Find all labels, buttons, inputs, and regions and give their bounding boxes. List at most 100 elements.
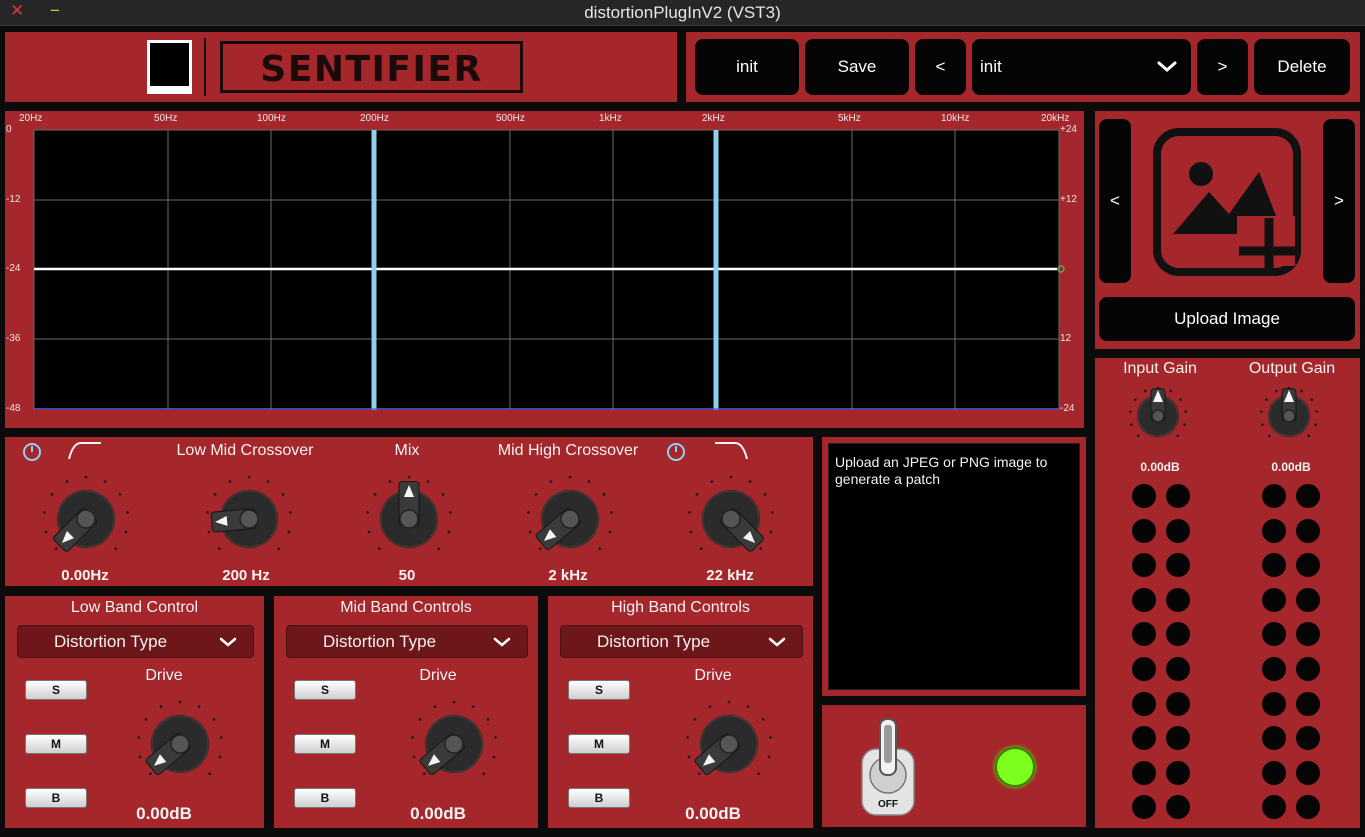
low-cut-knob[interactable] bbox=[38, 471, 134, 567]
solo-button[interactable]: S bbox=[568, 680, 630, 700]
image-prev-button[interactable]: < bbox=[1099, 119, 1131, 283]
knob-graphic bbox=[1260, 386, 1318, 438]
db-axis-label-left: -24 bbox=[6, 263, 21, 274]
solo-button[interactable]: S bbox=[294, 680, 356, 700]
meter-led bbox=[1166, 691, 1190, 716]
meter-led bbox=[1166, 795, 1190, 820]
mix-knob[interactable] bbox=[361, 471, 457, 567]
init-button[interactable]: init bbox=[695, 39, 799, 95]
drive-value: 0.00dB bbox=[136, 804, 192, 823]
upload-image-button[interactable]: Upload Image bbox=[1099, 297, 1355, 341]
frequency-response-graph[interactable] bbox=[5, 111, 1084, 428]
bypass-toggle-switch[interactable]: OFF bbox=[856, 713, 920, 819]
meter-led bbox=[1132, 795, 1156, 820]
meter-led bbox=[1296, 484, 1320, 508]
knob-graphic bbox=[686, 700, 772, 775]
preset-next-button[interactable]: > bbox=[1197, 39, 1248, 95]
band-panel: High Band Controls Distortion Type Drive… bbox=[548, 596, 813, 828]
low-mid-crossover-label: Low Mid Crossover bbox=[176, 442, 314, 459]
db-axis-label-right: -24 bbox=[1060, 403, 1075, 414]
low-cut-power-icon[interactable] bbox=[22, 442, 42, 462]
mute-button[interactable]: M bbox=[294, 734, 356, 754]
preset-select-value: init bbox=[980, 57, 1002, 76]
meter-led bbox=[1262, 622, 1286, 647]
mute-button[interactable]: M bbox=[568, 734, 630, 754]
meter-led bbox=[1262, 657, 1286, 681]
input-gain-knob[interactable] bbox=[1126, 384, 1190, 448]
meter-led bbox=[1166, 553, 1190, 578]
image-add-icon bbox=[1153, 128, 1301, 276]
preset-select[interactable]: init bbox=[972, 39, 1191, 95]
bypass-button[interactable]: B bbox=[25, 788, 87, 808]
band-title: Low Band Control bbox=[70, 599, 199, 616]
mid-high-crossover-knob[interactable] bbox=[522, 471, 618, 567]
db-axis-label-right: +12 bbox=[1060, 194, 1077, 205]
delete-button[interactable]: Delete bbox=[1254, 39, 1350, 95]
meter-led bbox=[1132, 657, 1156, 681]
input-gain-label: Input Gain bbox=[1123, 360, 1197, 377]
meter-led bbox=[1262, 553, 1286, 578]
meter-led bbox=[1296, 657, 1320, 681]
logo-divider bbox=[204, 38, 206, 96]
bypass-button[interactable]: B bbox=[568, 788, 630, 808]
freq-axis-label: 2kHz bbox=[702, 113, 725, 124]
meter-led bbox=[1132, 518, 1156, 543]
knob-graphic bbox=[527, 475, 613, 550]
band-title: High Band Controls bbox=[611, 599, 750, 616]
knob-graphic bbox=[137, 700, 223, 775]
distortion-type-value: Distortion Type bbox=[54, 631, 168, 651]
image-preview[interactable] bbox=[1151, 126, 1303, 278]
meter-led bbox=[1296, 622, 1320, 647]
output-gain-label: Output Gain bbox=[1248, 360, 1336, 377]
mix-value: 50 bbox=[398, 567, 416, 584]
drive-knob[interactable] bbox=[406, 696, 502, 792]
freq-axis-label: 20Hz bbox=[19, 113, 43, 124]
meter-led bbox=[1132, 691, 1156, 716]
window-title: distortionPlugInV2 (VST3) bbox=[584, 3, 781, 22]
knob-graphic bbox=[43, 475, 129, 552]
solo-button[interactable]: S bbox=[25, 680, 87, 700]
distortion-type-select[interactable]: Distortion Type bbox=[560, 625, 803, 658]
meter-led bbox=[1262, 691, 1286, 716]
distortion-type-select[interactable]: Distortion Type bbox=[286, 625, 528, 658]
meter-led bbox=[1166, 726, 1190, 751]
chevron-down-icon bbox=[768, 637, 786, 647]
output-gain-value: 0.00dB bbox=[1271, 460, 1311, 474]
db-axis-label-right: +24 bbox=[1060, 124, 1077, 135]
distortion-type-value: Distortion Type bbox=[597, 631, 711, 651]
crossover-panel: Low Mid Crossover Mix Mid High Crossover bbox=[5, 437, 813, 586]
mute-button[interactable]: M bbox=[25, 734, 87, 754]
low-mid-crossover-knob[interactable] bbox=[201, 471, 297, 567]
meter-led bbox=[1166, 622, 1190, 647]
meter-led bbox=[1296, 795, 1320, 820]
logo-square-icon bbox=[147, 40, 192, 94]
freq-axis-label: 10kHz bbox=[941, 113, 970, 124]
freq-axis-label: 500Hz bbox=[496, 113, 525, 124]
drive-knob[interactable] bbox=[132, 696, 228, 792]
image-next-button[interactable]: > bbox=[1323, 119, 1355, 283]
meter-led bbox=[1262, 726, 1286, 751]
chevron-down-icon bbox=[219, 637, 237, 647]
brand-name: SENTIFIER bbox=[260, 49, 483, 90]
meter-led bbox=[1166, 587, 1190, 612]
high-cut-power-icon[interactable] bbox=[666, 442, 686, 462]
meter-led bbox=[1262, 587, 1286, 612]
distortion-type-select[interactable]: Distortion Type bbox=[17, 625, 254, 658]
bypass-button[interactable]: B bbox=[294, 788, 356, 808]
drive-value: 0.00dB bbox=[410, 804, 466, 823]
drive-knob[interactable] bbox=[681, 696, 777, 792]
message-box: Upload an JPEG or PNG image to generate … bbox=[828, 443, 1080, 690]
high-cut-knob[interactable] bbox=[683, 471, 779, 567]
preset-prev-button[interactable]: < bbox=[915, 39, 966, 95]
mid-high-crossover-value: 2 kHz bbox=[548, 567, 588, 584]
distortion-type-value: Distortion Type bbox=[323, 631, 437, 651]
db-axis-label-left: 0 bbox=[6, 124, 12, 135]
output-gain-knob[interactable] bbox=[1257, 384, 1321, 448]
save-button[interactable]: Save bbox=[805, 39, 909, 95]
db-axis-label-left: -48 bbox=[6, 403, 21, 414]
freq-axis-label: 100Hz bbox=[257, 113, 286, 124]
freq-axis-label: 200Hz bbox=[360, 113, 389, 124]
drive-label: Drive bbox=[145, 667, 183, 684]
meter-led bbox=[1262, 484, 1286, 508]
knob-graphic bbox=[206, 475, 292, 550]
